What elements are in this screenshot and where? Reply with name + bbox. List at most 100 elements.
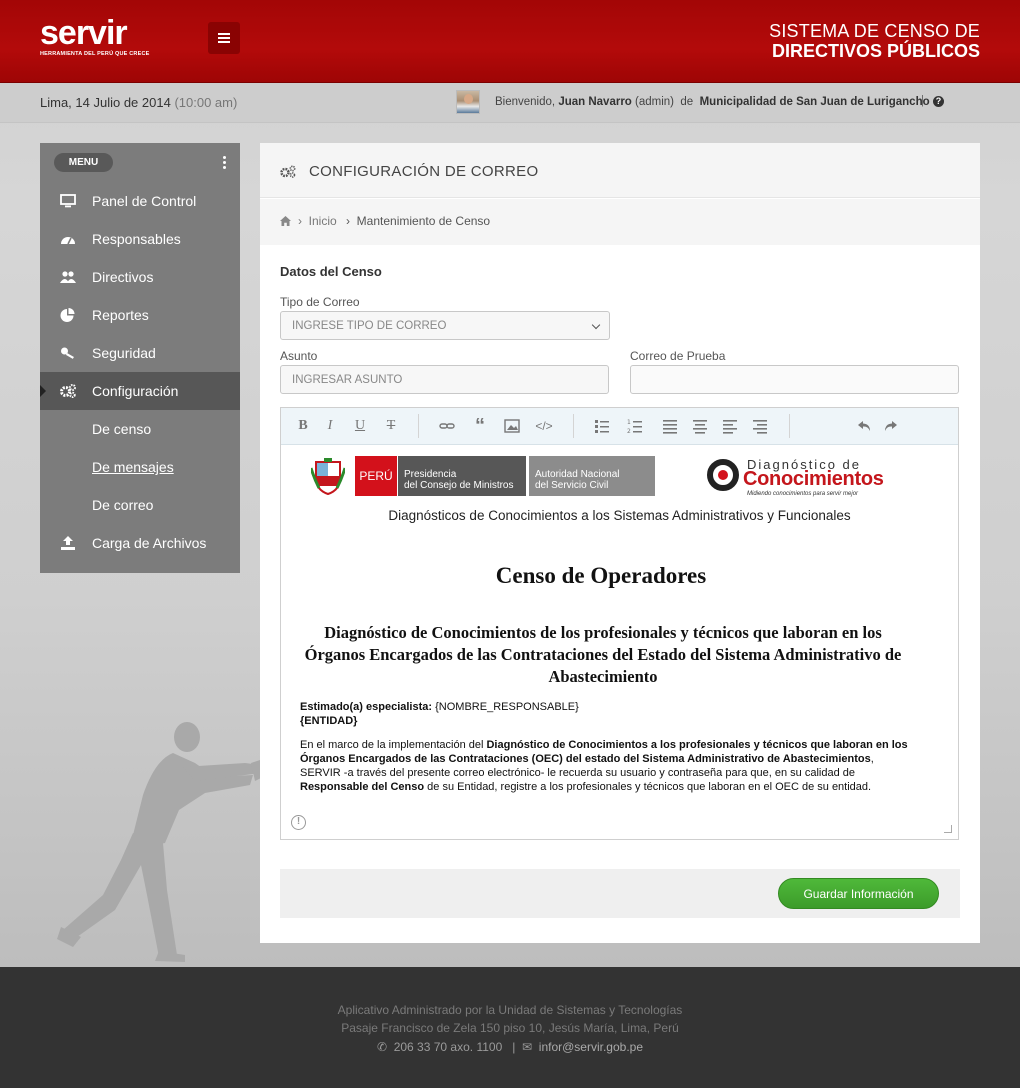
- sidebar-item-carga-de-archivos[interactable]: Carga de Archivos: [40, 524, 240, 562]
- top-header: servir HERRAMIENTA DEL PERÚ QUE CRECE SI…: [0, 0, 1020, 83]
- greeting-variable: {NOMBRE_RESPONSABLE}: [435, 701, 579, 713]
- redo-icon[interactable]: [882, 418, 898, 434]
- asunto-label: Asunto: [280, 349, 318, 363]
- phone-icon: ✆: [376, 1040, 388, 1054]
- breadcrumb: › Inicio › Mantenimiento de Censo: [260, 199, 980, 245]
- sidebar: MENU Panel de Control Responsables Direc…: [40, 143, 240, 573]
- panel-header: CONFIGURACIÓN DE CORREO: [260, 143, 980, 198]
- logo-text: servir: [40, 14, 128, 52]
- quote-icon[interactable]: “: [472, 416, 488, 436]
- undo-icon[interactable]: [857, 418, 873, 434]
- user-role: (admin): [635, 96, 675, 108]
- form-actions: Guardar Información: [280, 869, 960, 918]
- link-icon[interactable]: [439, 418, 455, 434]
- entity-variable: {ENTIDAD}: [300, 715, 358, 727]
- hamburger-icon-bar: [218, 37, 230, 39]
- tipo-correo-select[interactable]: INGRESE TIPO DE CORREO: [280, 311, 610, 340]
- align-center-icon[interactable]: [692, 418, 708, 434]
- strikethrough-icon[interactable]: T: [383, 418, 399, 434]
- bold-icon[interactable]: B: [295, 418, 311, 434]
- separator: |: [921, 95, 924, 107]
- time-text: (10:00 am): [174, 95, 238, 110]
- rich-text-editor: B I U T “ </> 12 PERÚ Presidencia del Co…: [280, 407, 959, 840]
- kebab-menu-icon[interactable]: [223, 156, 226, 169]
- hamburger-icon-bar: [218, 41, 230, 43]
- info-bar: Lima, 14 Julio de 2014 (10:00 am) Bienve…: [0, 83, 1020, 123]
- sidebar-item-reportes[interactable]: Reportes: [40, 296, 240, 334]
- section-title: Datos del Censo: [280, 264, 382, 279]
- align-left-icon[interactable]: [722, 418, 738, 434]
- save-button[interactable]: Guardar Información: [778, 878, 939, 909]
- email-title: Censo de Operadores: [495, 563, 707, 588]
- code-icon[interactable]: </>: [533, 418, 555, 434]
- current-date: Lima, 14 Julio de 2014 (10:00 am): [40, 95, 237, 110]
- pcm-brand: Presidencia del Consejo de Ministros: [398, 456, 526, 496]
- footer-phone: 206 33 70 axo. 1100: [393, 1040, 503, 1054]
- sidebar-item-label: Directivos: [92, 269, 154, 285]
- footer-email-link[interactable]: infor@servir.gob.pe: [539, 1040, 643, 1054]
- numbered-list-icon[interactable]: 12: [627, 418, 643, 434]
- correo-prueba-label: Correo de Prueba: [630, 349, 726, 363]
- bullet-list-icon[interactable]: [594, 418, 610, 434]
- diagnostico-line3: Midiendo conocimientos para servir mejor: [747, 491, 859, 497]
- body-text-3: de su Entidad, registre a los profesiona…: [424, 781, 872, 793]
- main-panel: CONFIGURACIÓN DE CORREO › Inicio › Mante…: [260, 143, 980, 943]
- pcm-line2: del Consejo de Ministros: [404, 480, 514, 491]
- peru-brand: PERÚ: [355, 456, 397, 496]
- system-title-line1: SISTEMA DE CENSO DE: [769, 21, 980, 41]
- pcm-line1: Presidencia: [404, 469, 457, 480]
- sidebar-item-seguridad[interactable]: Seguridad: [40, 334, 240, 372]
- correo-prueba-input[interactable]: [630, 365, 959, 394]
- diagnostico-logo: Diagnóstico de Conocimientos Midiendo co…: [707, 457, 897, 497]
- editor-content[interactable]: PERÚ Presidencia del Consejo de Ministro…: [281, 446, 958, 839]
- email-subtitle: Diagnósticos de Conocimientos a los Sist…: [388, 508, 851, 523]
- sidebar-item-responsables[interactable]: Responsables: [40, 220, 240, 258]
- italic-icon[interactable]: I: [322, 418, 338, 434]
- sidebar-item-label: Seguridad: [92, 345, 156, 361]
- sidebar-item-label: Reportes: [92, 307, 149, 323]
- hamburger-icon: [218, 33, 230, 35]
- footer-address: Pasaje Francisco de Zela 150 piso 10, Je…: [341, 1021, 679, 1035]
- ansc-line2: del Servicio Civil: [535, 480, 609, 491]
- servir-logo[interactable]: servir HERRAMIENTA DEL PERÚ QUE CRECE: [40, 16, 150, 57]
- system-title: SISTEMA DE CENSO DE DIRECTIVOS PÚBLICOS: [769, 21, 980, 61]
- avatar[interactable]: [456, 90, 480, 114]
- monitor-icon: [60, 194, 76, 208]
- home-icon[interactable]: [280, 216, 291, 226]
- align-right-icon[interactable]: [752, 418, 768, 434]
- sidebar-subitem-de-censo[interactable]: De censo: [92, 421, 151, 437]
- cogs-icon: [280, 165, 296, 178]
- menu-label: MENU: [54, 153, 113, 172]
- sidebar-item-configuracion[interactable]: Configuración: [40, 372, 240, 410]
- email-greeting: Estimado(a) especialista: {NOMBRE_RESPON…: [300, 700, 910, 728]
- ansc-brand: Autoridad Nacional del Servicio Civil: [529, 456, 655, 496]
- toolbar-divider: [789, 414, 790, 438]
- sidebar-subitem-de-correo[interactable]: De correo: [92, 497, 153, 513]
- sidebar-item-label: Responsables: [92, 231, 181, 247]
- asunto-input[interactable]: INGRESAR ASUNTO: [280, 365, 609, 394]
- info-icon[interactable]: !: [291, 815, 306, 830]
- system-title-line2: DIRECTIVOS PÚBLICOS: [771, 41, 980, 61]
- upload-icon: [61, 536, 75, 550]
- align-justify-icon[interactable]: [662, 418, 678, 434]
- hamburger-menu-button[interactable]: [208, 22, 240, 54]
- sidebar-item-label: Panel de Control: [92, 193, 197, 209]
- breadcrumb-item-inicio[interactable]: › Inicio: [298, 214, 337, 228]
- sidebar-item-panel-de-control[interactable]: Panel de Control: [40, 182, 240, 220]
- cogs-icon: [60, 384, 76, 398]
- underline-icon[interactable]: U: [352, 418, 368, 434]
- email-body-paragraph: En el marco de la implementación del Dia…: [300, 738, 910, 794]
- sidebar-subitem-de-mensajes[interactable]: De mensajes: [92, 459, 174, 475]
- site-footer: Aplicativo Administrado por la Unidad de…: [0, 967, 1020, 1088]
- resize-handle-icon[interactable]: [944, 825, 952, 833]
- key-icon: [61, 347, 74, 359]
- body-text-1: En el marco de la implementación del: [300, 739, 487, 751]
- sidebar-item-directivos[interactable]: Directivos: [40, 258, 240, 296]
- toolbar-divider: [573, 414, 574, 438]
- image-icon[interactable]: [504, 418, 520, 434]
- help-icon[interactable]: ?: [933, 96, 944, 107]
- editor-toolbar: B I U T “ </> 12: [281, 408, 958, 445]
- body-bold-2: Responsable del Censo: [300, 781, 425, 793]
- breadcrumb-current-label: Mantenimiento de Censo: [356, 214, 491, 228]
- institution-dropdown[interactable]: Municipalidad de San Juan de Lurigancho: [700, 96, 930, 108]
